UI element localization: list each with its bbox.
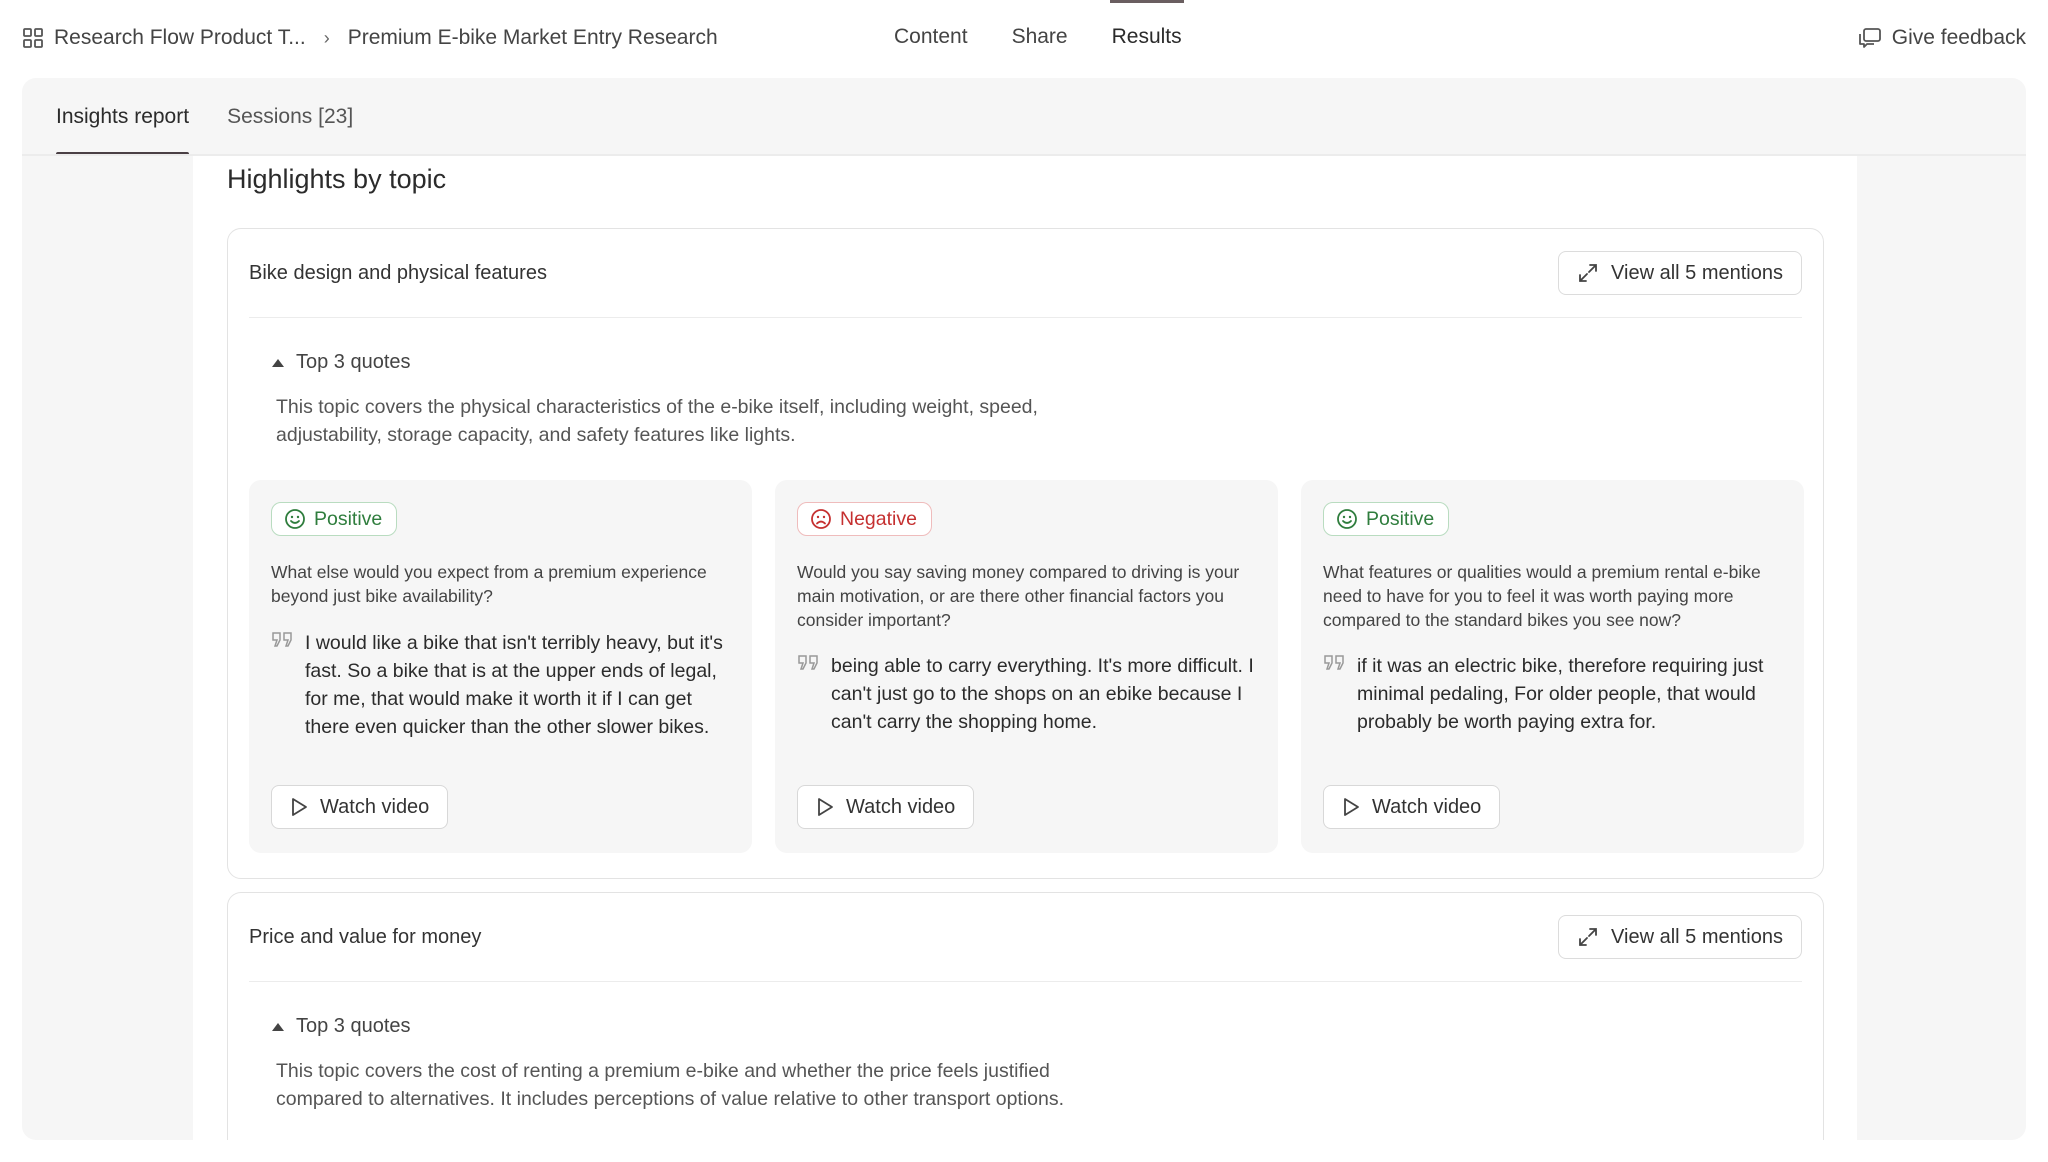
topic-card: Price and value for money View all 5 men… <box>227 892 1824 1152</box>
chevron-right-icon: › <box>323 27 330 48</box>
report-subtabs: Insights report Sessions [23] <box>56 78 353 156</box>
feedback-label: Give feedback <box>1891 26 2026 49</box>
breadcrumb: Research Flow Product T... › Premium E-b… <box>22 24 718 52</box>
caret-up-icon <box>272 358 284 367</box>
quote-card: Positive What features or qualities woul… <box>1301 480 1804 853</box>
quote-card: Positive What else would you expect from… <box>249 480 752 853</box>
view-all-label: View all 5 mentions <box>1611 925 1783 948</box>
quote: being able to carry everything. It's mor… <box>797 652 1267 736</box>
topic-divider <box>249 317 1802 318</box>
quote-card: Negative Would you say saving money comp… <box>775 480 1278 853</box>
tab-share[interactable]: Share <box>1010 0 1070 74</box>
tab-content[interactable]: Content <box>892 0 970 74</box>
quote: I would like a bike that isn't terribly … <box>271 629 741 741</box>
watch-video-button[interactable]: Watch video <box>271 785 449 829</box>
quote: if it was an electric bike, therefore re… <box>1323 652 1793 736</box>
sentiment-badge: Negative <box>797 502 932 536</box>
play-icon <box>1344 798 1359 816</box>
frown-icon <box>811 509 831 529</box>
topic-header: Bike design and physical features View a… <box>249 251 1802 295</box>
watch-video-button[interactable]: Watch video <box>1323 785 1501 829</box>
top-quotes-toggle[interactable]: Top 3 quotes <box>272 1015 411 1038</box>
view-all-mentions-button[interactable]: View all 5 mentions <box>1558 251 1802 295</box>
watch-video-label: Watch video <box>320 795 430 818</box>
quote-icon <box>1324 655 1344 670</box>
quote-text: being able to carry everything. It's mor… <box>831 655 1254 733</box>
topic-description: This topic covers the physical character… <box>276 396 1038 446</box>
question-text: Would you say saving money compared to d… <box>797 562 1240 630</box>
grid-icon[interactable] <box>22 27 44 49</box>
question-text: What features or qualities would a premi… <box>1323 562 1761 630</box>
watch-video-button[interactable]: Watch video <box>797 785 975 829</box>
expand-icon <box>1579 264 1597 282</box>
top-quotes-label: Top 3 quotes <box>296 351 411 373</box>
quote-text: if it was an electric bike, therefore re… <box>1357 655 1764 733</box>
sentiment-label: Negative <box>840 507 917 530</box>
top-quotes-toggle[interactable]: Top 3 quotes <box>272 351 411 374</box>
breadcrumb-study[interactable]: Premium E-bike Market Entry Research <box>348 26 718 50</box>
quote-text: I would like a bike that isn't terribly … <box>305 632 723 738</box>
topic-name: Price and value for money <box>249 925 482 948</box>
tab-results[interactable]: Results <box>1109 0 1184 74</box>
sentiment-badge: Positive <box>271 502 398 536</box>
sentiment-label: Positive <box>314 507 383 530</box>
breadcrumb-project[interactable]: Research Flow Product T... <box>54 26 306 50</box>
play-icon <box>818 798 833 816</box>
quote-icon <box>272 632 292 647</box>
play-icon <box>292 798 307 816</box>
topic-description: This topic covers the cost of renting a … <box>276 1060 1065 1110</box>
smile-icon <box>285 509 305 529</box>
question-text: What else would you expect from a premiu… <box>271 562 707 606</box>
topic-divider <box>249 981 1802 982</box>
quote-cards: Positive What else would you expect from… <box>249 480 1804 853</box>
view-all-mentions-button[interactable]: View all 5 mentions <box>1558 915 1802 959</box>
give-feedback-button[interactable]: Give feedback <box>1858 24 2026 52</box>
sentiment-label: Positive <box>1366 507 1435 530</box>
topic-name: Bike design and physical features <box>249 261 547 284</box>
sentiment-badge: Positive <box>1323 502 1450 536</box>
section-title: Highlights by topic <box>227 164 447 194</box>
feedback-icon <box>1858 28 1881 48</box>
tab-insights-report[interactable]: Insights report <box>56 78 190 156</box>
tab-sessions[interactable]: Sessions [23] <box>227 78 353 156</box>
caret-up-icon <box>272 1022 284 1031</box>
page-bottom <box>0 1140 2048 1162</box>
expand-icon <box>1579 928 1597 946</box>
watch-video-label: Watch video <box>846 795 956 818</box>
top-quotes-label: Top 3 quotes <box>296 1015 411 1037</box>
view-all-label: View all 5 mentions <box>1611 261 1783 284</box>
watch-video-label: Watch video <box>1372 795 1482 818</box>
top-bar: Research Flow Product T... › Premium E-b… <box>0 0 2048 74</box>
smile-icon <box>1337 509 1357 529</box>
topic-header: Price and value for money View all 5 men… <box>249 915 1802 959</box>
quote-icon <box>798 655 818 670</box>
nav-tabs: Content Share Results <box>892 0 1184 74</box>
topic-card: Bike design and physical features View a… <box>227 228 1824 879</box>
